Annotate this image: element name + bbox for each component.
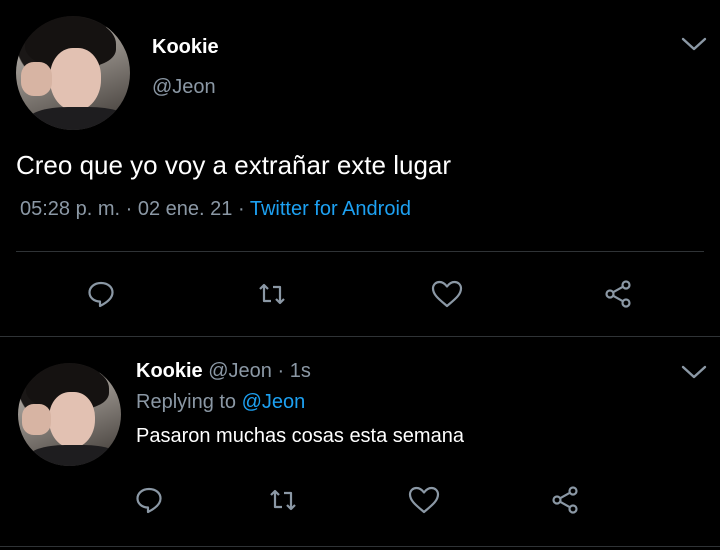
share-icon [605,280,631,308]
reply-header: Kookie @Jeon · 1s [136,360,311,383]
share-icon [552,486,578,514]
author-name[interactable]: Kookie [152,36,219,59]
divider [0,336,720,337]
retweet-button[interactable] [257,279,287,309]
divider [16,251,704,252]
meta-separator: · [237,198,245,220]
meta-separator: · [271,360,290,382]
share-button[interactable] [551,485,581,515]
avatar[interactable] [16,16,130,130]
mention-link[interactable]: @Jeon [242,391,306,413]
meta-separator: · [125,198,133,220]
like-button[interactable] [430,278,464,310]
tweet-thread: Kookie @Jeon Creo que yo voy a extrañar … [0,0,720,550]
comment-icon [136,487,162,514]
divider [0,546,720,547]
heart-icon [408,486,440,514]
tweet-text: Creo que yo voy a extrañar exte lugar [16,150,452,180]
replying-label: Replying to [136,391,237,413]
like-button[interactable] [407,484,441,516]
author-handle[interactable]: @Jeon [152,76,216,99]
comment-icon [88,281,114,308]
reply-button[interactable] [86,279,116,309]
retweet-icon [270,489,296,511]
tweet-time: 05:28 p. m. [20,198,121,220]
chevron-down-icon[interactable] [680,34,708,54]
chevron-down-icon[interactable] [680,362,708,382]
share-button[interactable] [604,279,634,309]
heart-icon [431,280,463,308]
replying-to: Replying to @Jeon [136,391,305,414]
tweet-meta: 05:28 p. m. · 02 ene. 21 · Twitter for A… [20,198,411,221]
tweet-source-link[interactable]: Twitter for Android [250,198,411,220]
reply-button[interactable] [134,485,164,515]
retweet-icon [259,283,285,305]
avatar[interactable] [18,363,121,466]
reply-text: Pasaron muchas cosas esta semana [136,425,464,447]
tweet-date: 02 ene. 21 [137,198,233,220]
tweet-age: 1s [289,360,311,382]
retweet-button[interactable] [268,485,298,515]
author-handle[interactable]: @Jeon [208,360,272,382]
author-name[interactable]: Kookie [136,360,203,382]
